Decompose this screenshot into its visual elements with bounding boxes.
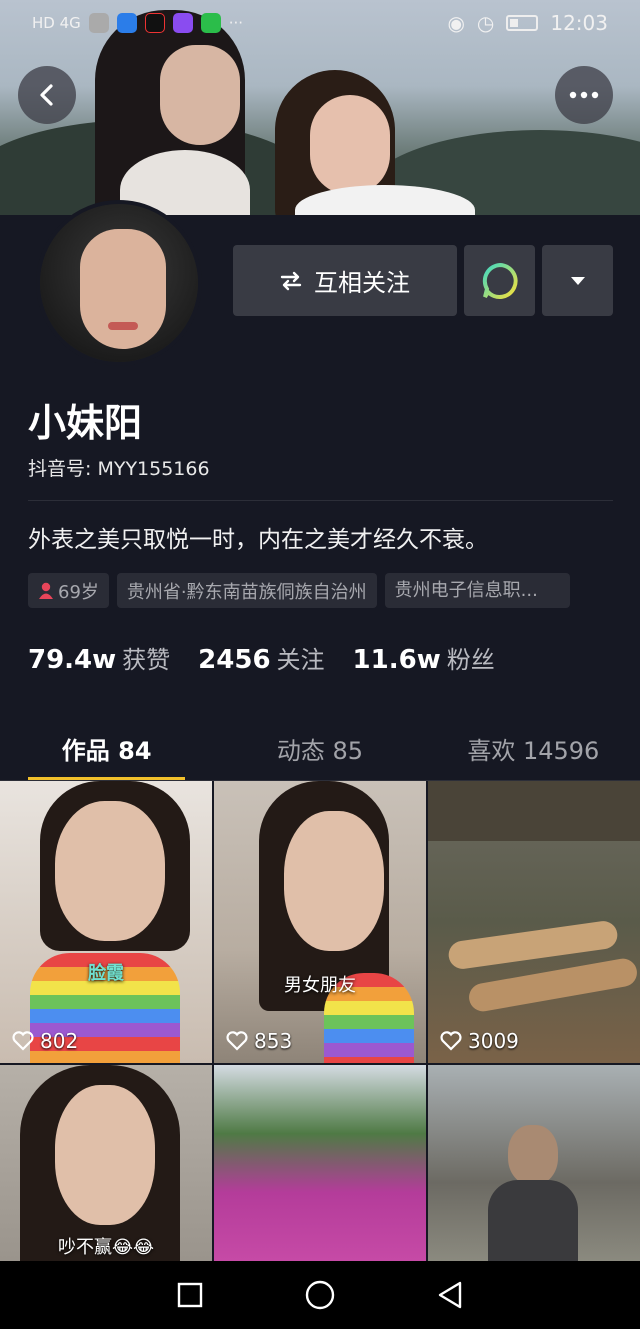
person-icon — [39, 582, 53, 599]
content-tabs: 作品 84 动态 85 喜欢 14596 — [0, 715, 640, 781]
heart-outline-icon — [12, 1031, 34, 1051]
system-nav-bar — [0, 1261, 640, 1329]
avatar[interactable] — [36, 200, 202, 366]
notification-icon — [88, 13, 109, 33]
divider — [28, 500, 613, 501]
video-thumbnail[interactable]: 吵不赢😂😂 — [0, 1065, 212, 1261]
chat-bubble-icon — [482, 262, 518, 299]
video-thumbnail[interactable]: 3009 — [428, 781, 640, 1063]
heart-outline-icon — [226, 1031, 248, 1051]
profile-stats: 79.4w 获赞 2456 关注 11.6w 粉丝 — [28, 640, 495, 675]
tab-dynamics[interactable]: 动态 85 — [213, 715, 426, 781]
video-likes: 802 — [12, 1029, 78, 1053]
tab-works[interactable]: 作品 84 — [0, 715, 213, 781]
profile-name: 小妹阳 — [28, 401, 143, 445]
mutual-follow-button[interactable]: 互相关注 — [233, 245, 457, 316]
clock: 12:03 — [550, 11, 608, 35]
more-button[interactable] — [555, 66, 613, 124]
video-caption: 脸霞 — [88, 963, 124, 984]
person-face — [310, 95, 390, 195]
bio: 外表之美只取悦一时，内在之美才经久不衰。 — [28, 527, 488, 553]
battery-icon — [506, 15, 539, 31]
status-icons: HD 4G ··· — [32, 13, 243, 33]
video-thumbnail[interactable]: 男女朋友 853 — [214, 781, 426, 1063]
video-app-icon — [172, 13, 193, 33]
douyin-id[interactable]: 抖音号: MYY155166 — [28, 454, 210, 481]
person-face — [160, 45, 240, 145]
video-thumbnail[interactable]: 脸霞 802 — [0, 781, 212, 1063]
followers-stat[interactable]: 11.6w 粉丝 — [353, 640, 495, 675]
video-caption: 男女朋友 — [284, 975, 356, 996]
age-tag: 69岁 — [28, 573, 109, 608]
back-button[interactable] — [18, 66, 76, 124]
video-likes: 853 — [226, 1029, 292, 1053]
triangle-down-icon — [570, 276, 585, 285]
network-label: HD 4G — [32, 14, 81, 32]
video-thumbnail[interactable] — [428, 1065, 640, 1261]
heart-outline-icon — [440, 1031, 462, 1051]
video-grid: 脸霞 802 男女朋友 853 3009 吵不赢😂😂 — [0, 781, 640, 1261]
video-thumbnail[interactable] — [214, 1065, 426, 1261]
eye-icon: ◉ — [447, 11, 465, 35]
home-icon[interactable] — [304, 1279, 336, 1311]
app-icon — [116, 13, 137, 33]
back-nav-icon[interactable] — [436, 1280, 464, 1310]
school-tag[interactable]: 贵州电子信息职... — [384, 573, 570, 608]
chevron-left-icon — [40, 84, 53, 106]
location-tag: 贵州省·黔东南苗族侗族自治州 — [116, 573, 377, 608]
ellipsis-icon — [569, 91, 599, 99]
following-stat[interactable]: 2456 关注 — [198, 640, 324, 675]
recent-apps-icon[interactable] — [176, 1281, 204, 1309]
tab-likes[interactable]: 喜欢 14596 — [427, 715, 640, 781]
profile-tags: 69岁 贵州省·黔东南苗族侗族自治州 贵州电子信息职... — [28, 573, 570, 608]
likes-stat[interactable]: 79.4w 获赞 — [28, 640, 170, 675]
video-likes: 3009 — [440, 1029, 519, 1053]
status-bar: HD 4G ··· ◉ ◷ 12:03 — [0, 0, 640, 46]
swap-arrows-icon — [280, 271, 302, 290]
video-caption: 吵不赢😂😂 — [57, 1237, 155, 1258]
tiktok-icon — [144, 13, 165, 33]
dropdown-button[interactable] — [542, 245, 613, 316]
more-notifications-icon: ··· — [228, 14, 244, 32]
app-icon — [200, 13, 221, 33]
alarm-icon: ◷ — [476, 11, 495, 35]
message-button[interactable] — [464, 245, 535, 316]
follow-label: 互相关注 — [314, 269, 410, 297]
